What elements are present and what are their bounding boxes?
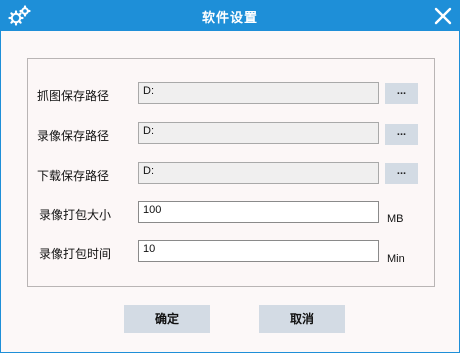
dialog-title: 软件设置 [201,11,258,26]
download-path-field[interactable]: D: [138,162,379,184]
title-bar[interactable]: 软件设置 [1,1,459,31]
capture-path-label: 抓图保存路径 [37,89,110,103]
settings-dialog: 软件设置 抓图保存路径 D: ... 录像保存路径 D: ... 下载保存路径 … [0,0,460,353]
record-path-field[interactable]: D: [138,122,379,144]
pack-size-unit: MB [387,213,404,225]
pack-size-label: 录像打包大小 [39,208,112,222]
pack-time-unit: Min [387,253,405,265]
pack-time-input[interactable]: 10 [138,240,379,262]
pack-time-label: 录像打包时间 [39,247,112,261]
record-path-browse-button[interactable]: ... [385,124,418,145]
cancel-button[interactable]: 取消 [259,305,345,333]
download-path-browse-button[interactable]: ... [385,163,418,184]
capture-path-browse-button[interactable]: ... [385,83,418,104]
pack-size-input[interactable]: 100 [138,201,379,223]
close-icon[interactable] [433,6,453,26]
record-path-label: 录像保存路径 [37,129,110,143]
download-path-label: 下载保存路径 [37,169,110,183]
capture-path-field[interactable]: D: [138,82,379,104]
ok-button[interactable]: 确定 [124,305,210,333]
